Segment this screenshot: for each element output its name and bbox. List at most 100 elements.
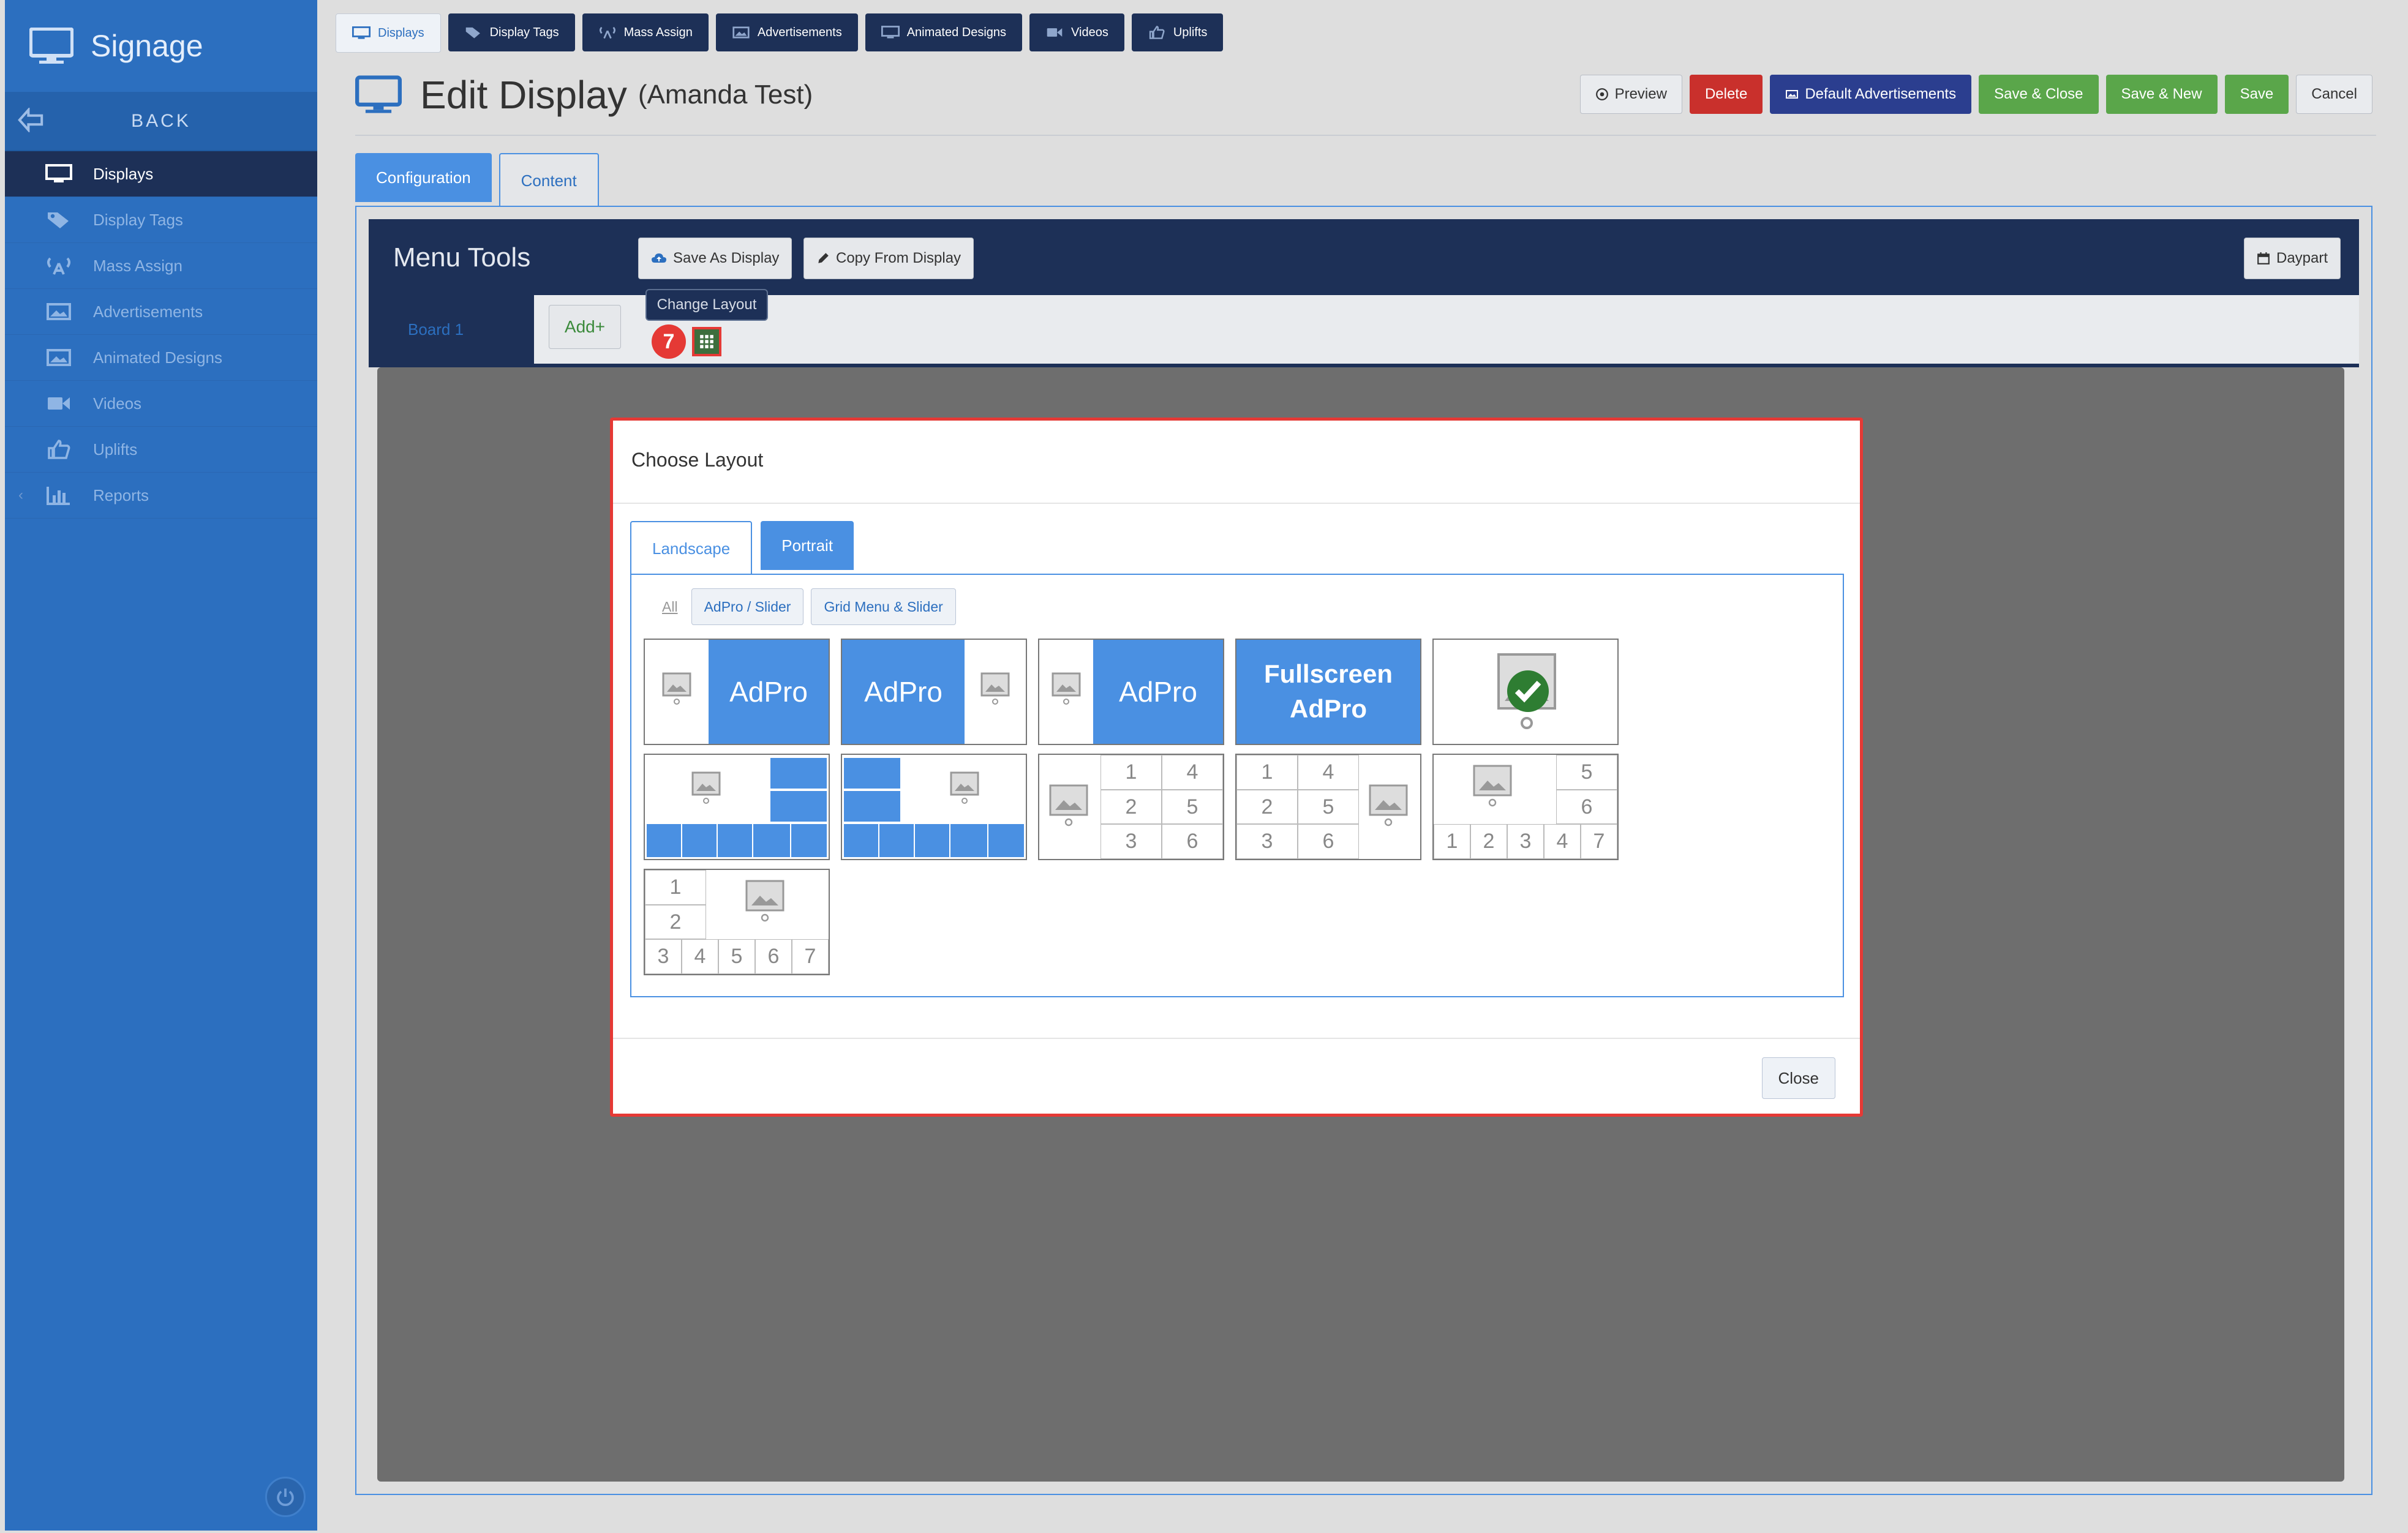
change-layout-button[interactable] — [692, 327, 721, 356]
layout-tile-grid-7-slider[interactable]: 1 2 3 4 5 6 7 — [644, 869, 830, 975]
save-button[interactable]: Save — [2224, 75, 2289, 114]
tab-portrait[interactable]: Portrait — [761, 521, 854, 570]
layout-tile-slider-adpro-wide[interactable]: AdPro — [1038, 639, 1224, 745]
tab-content[interactable]: Content — [499, 153, 599, 207]
top-tab-advertisements[interactable]: Advertisements — [715, 13, 858, 51]
layout-tile-adpro-slider-right[interactable]: AdPro — [841, 639, 1027, 745]
image-icon — [950, 771, 979, 804]
cancel-button[interactable]: Cancel — [2296, 75, 2372, 114]
sidebar-item-display-tags[interactable]: Display Tags — [5, 197, 317, 243]
grid-number: 2 — [1261, 795, 1273, 819]
grid-number: 1 — [669, 875, 682, 899]
sidebar-item-mass-assign[interactable]: Mass Assign — [5, 243, 317, 289]
filter-adpro-slider[interactable]: AdPro / Slider — [691, 588, 804, 625]
save-close-button[interactable]: Save & Close — [1979, 75, 2099, 114]
video-camera-icon — [48, 397, 70, 410]
back-button[interactable]: BACK — [5, 92, 317, 151]
image-icon — [732, 26, 750, 39]
tab-landscape[interactable]: Landscape — [630, 521, 753, 575]
top-tab-displays[interactable]: Displays — [336, 13, 441, 53]
layout-tile-grid-6-slider-right[interactable]: 1 4 2 5 3 6 — [1235, 754, 1421, 860]
video-camera-icon — [1047, 28, 1063, 37]
delete-button[interactable]: Delete — [1689, 75, 1763, 114]
tab-configuration[interactable]: Configuration — [355, 153, 492, 202]
add-board-button[interactable]: Add+ — [549, 305, 621, 349]
sidebar-nav: Displays Display Tags Mass Assign Advert… — [5, 151, 317, 519]
grid-number: 4 — [1322, 760, 1334, 784]
sidebar-item-uplifts[interactable]: Uplifts — [5, 427, 317, 473]
grid-cell — [914, 823, 950, 858]
tooltip-text: Change Layout — [657, 296, 757, 313]
save-as-display-button[interactable]: Save As Display — [638, 238, 792, 279]
monitor-icon — [45, 164, 72, 182]
sidebar-item-animated-designs[interactable]: Animated Designs — [5, 335, 317, 381]
image-icon — [662, 672, 691, 705]
broadcast-icon — [599, 26, 615, 39]
top-tab-uplifts[interactable]: Uplifts — [1131, 13, 1224, 51]
save-as-display-label: Save As Display — [673, 250, 780, 266]
grid-cell: 5 — [1556, 755, 1617, 790]
layout-tile-grid-left-slider[interactable] — [841, 754, 1027, 860]
grid-number: 2 — [669, 910, 682, 934]
daypart-button[interactable]: Daypart — [2244, 238, 2341, 279]
layout-tile-fullscreen-adpro[interactable]: Fullscreen AdPro — [1235, 639, 1421, 745]
tab-configuration-label: Configuration — [376, 168, 471, 187]
preview-button[interactable]: Preview — [1579, 75, 1682, 114]
grid-number: 5 — [1322, 795, 1334, 819]
top-tab-display-tags[interactable]: Display Tags — [448, 13, 575, 51]
sidebar-item-advertisements[interactable]: Advertisements — [5, 289, 317, 335]
divider — [613, 1038, 1860, 1039]
save-label: Save — [2240, 86, 2274, 102]
monitor-icon — [29, 28, 73, 64]
sidebar-item-reports[interactable]: ‹ Reports — [5, 473, 317, 519]
image-icon — [47, 349, 71, 366]
grid-cell — [950, 823, 988, 858]
close-label: Close — [1778, 1068, 1819, 1087]
top-tab-animated-designs[interactable]: Animated Designs — [865, 13, 1023, 51]
copy-from-display-label: Copy From Display — [836, 250, 961, 266]
grid-number: 5 — [1186, 795, 1198, 819]
sidebar-item-displays[interactable]: Displays — [5, 151, 317, 197]
close-button[interactable]: Close — [1761, 1057, 1835, 1099]
grid-number: 4 — [1556, 830, 1568, 853]
menu-tools-title: Menu Tools — [393, 242, 531, 272]
grid-cell: 2 — [1236, 790, 1298, 824]
top-tab-label: Advertisements — [757, 25, 842, 39]
grid-number: 1 — [1125, 760, 1137, 784]
delete-label: Delete — [1704, 86, 1748, 102]
board-tab[interactable]: Board 1 — [369, 295, 534, 364]
grid-cell: 5 — [1162, 790, 1223, 824]
power-button[interactable] — [265, 1477, 306, 1517]
grid-cell — [843, 790, 901, 822]
filter-grid-menu-slider[interactable]: Grid Menu & Slider — [811, 588, 956, 625]
grid-cell: 3 — [1101, 824, 1162, 859]
copy-from-display-button[interactable]: Copy From Display — [803, 238, 974, 279]
board-tab-label: Board 1 — [408, 320, 464, 339]
sidebar-item-videos[interactable]: Videos — [5, 381, 317, 427]
layout-tile-slider-grid-7[interactable]: 5 6 1 2 3 4 7 — [1432, 754, 1619, 860]
default-advertisements-button[interactable]: Default Advertisements — [1770, 75, 1972, 114]
top-tab-videos[interactable]: Videos — [1029, 13, 1124, 51]
save-new-label: Save & New — [2121, 86, 2202, 102]
top-tab-mass-assign[interactable]: Mass Assign — [582, 13, 709, 51]
image-icon — [980, 672, 1010, 705]
image-icon — [1052, 672, 1081, 705]
adpro-label: AdPro — [864, 676, 943, 708]
grid-cell: 7 — [1581, 824, 1617, 859]
grid-number: 1 — [1446, 830, 1458, 853]
grid-cell: 6 — [1556, 790, 1617, 824]
orientation-tabs: Landscape Portrait — [630, 521, 854, 575]
filter-adpro-slider-label: AdPro / Slider — [704, 598, 791, 615]
grid-number: 4 — [1186, 760, 1198, 784]
layout-tile-slider-left-adpro[interactable]: AdPro — [644, 639, 830, 745]
layout-tile-slider-left-grid-6[interactable]: 1 4 2 5 3 6 — [1038, 754, 1224, 860]
content-tabs: Configuration Content — [355, 153, 599, 207]
grid-cell: 5 — [1298, 790, 1359, 824]
grid-cell — [770, 790, 827, 822]
save-new-button[interactable]: Save & New — [2105, 75, 2218, 114]
filter-all[interactable]: All — [656, 589, 684, 624]
layout-tile-fullscreen-slider-selected[interactable] — [1432, 639, 1619, 745]
brand[interactable]: Signage — [5, 0, 317, 92]
layout-tile-slider-grid-right[interactable] — [644, 754, 830, 860]
grid-cell: 1 — [1434, 824, 1470, 859]
